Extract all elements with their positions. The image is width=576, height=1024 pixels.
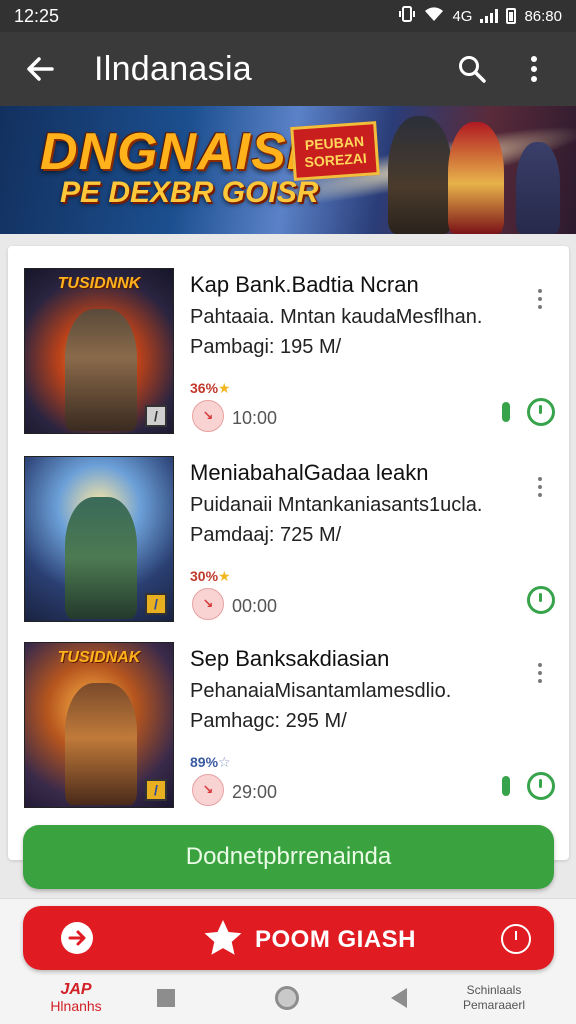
vibrate-icon [398,5,416,27]
item-rating: 89%☆ [190,754,231,771]
status-time: 12:25 [14,5,60,26]
schedule-button[interactable] [527,398,555,426]
item-size: Pambagi: 195 M/ [190,336,342,358]
item-more-button[interactable] [530,284,550,314]
nav-right-shortcut[interactable]: Schinlaals Pemaraaerl [446,972,542,1024]
thumbnail-corner-icon: / [145,405,167,427]
item-more-button[interactable] [530,658,550,688]
banner-title: DNGNAISI [40,123,303,181]
overflow-menu-button[interactable] [512,47,556,91]
status-icons: 4G 86:80 [398,5,562,27]
item-time: 29:00 [232,782,278,802]
timer-icon [501,924,531,954]
rating-value: 30% [190,568,219,584]
list-item[interactable]: / MeniabahalGadaa leakn Puidanaii Mntank… [24,456,555,626]
item-size: Pamhagc: 295 M/ [190,710,347,732]
progress-indicator [502,402,510,422]
progress-indicator [502,776,510,796]
home-button[interactable] [270,972,304,1024]
primary-action-button[interactable]: Dodnetpbrrenainda [23,825,554,889]
download-list: TUSIDNNK / Kap Bank.Badtia Ncran Pahtaai… [8,246,569,860]
search-button[interactable] [450,47,494,91]
battery-text: 86:80 [524,7,562,25]
schedule-button[interactable] [527,772,555,800]
thumbnail-corner-icon: / [145,779,167,801]
banner-hero-right [516,142,560,234]
signal-icon [480,9,499,23]
banner-badge: PEUBAN SOREZAI [290,121,380,181]
more-vert-icon [531,56,537,82]
app-bar: Ilndanasia [0,32,576,106]
back-button[interactable] [20,49,60,89]
status-bar: 12:25 4G 86:80 [0,0,576,32]
search-icon [459,56,486,83]
nav-app-caption: Hlnanhs [50,998,102,1014]
download-badge-icon: ↘ [192,588,224,620]
arrow-back-icon [27,57,54,81]
item-rating: 30%★ [190,568,231,585]
banner-subtitle: PE DEXBR GOISR [60,176,319,209]
battery-icon [506,8,517,24]
recent-apps-icon [157,989,175,1007]
nav-right-caption-1: Schinlaals [466,983,522,997]
star-icon [204,920,242,955]
home-icon [275,986,299,1010]
promo-banner[interactable]: DNGNAISI PE DEXBR GOISR PEUBAN SOREZAI [0,106,576,234]
thumbnail-hero [65,309,137,431]
download-badge-icon: ↘ [192,774,224,806]
item-thumbnail: TUSIDNAK / [24,642,174,808]
item-thumbnail: TUSIDNNK / [24,268,174,434]
star-icon: ☆ [218,754,231,770]
item-title: MeniabahalGadaa leakn [190,460,429,485]
item-time: 00:00 [232,596,278,616]
page-title: Ilndanasia [94,49,253,88]
network-type: 4G [452,7,473,25]
promo-action-button[interactable]: POOM GIASH [23,906,554,970]
banner-hero-left [388,116,452,234]
item-description: Puidanaii Mntankaniasants1ucla. [190,494,483,516]
thumbnail-corner-icon: / [145,593,167,615]
recent-apps-button[interactable] [150,972,182,1024]
item-size: Pamdaaj: 725 M/ [190,524,342,546]
thumbnail-hero [65,683,137,805]
app-logo: JAP [60,981,92,998]
item-more-button[interactable] [530,472,550,502]
wifi-icon [424,6,444,26]
back-triangle-icon [391,988,407,1008]
rating-value: 89% [190,754,219,770]
nav-app-shortcut[interactable]: JAP Hlnanhs [40,972,112,1024]
item-description: Pahtaaia. Mntan kaudaMesflhan. [190,306,483,328]
item-title: Kap Bank.Badtia Ncran [190,272,419,297]
item-rating: 36%★ [190,380,231,397]
item-thumbnail: / [24,456,174,622]
download-badge-icon: ↘ [192,400,224,432]
nav-right-caption-2: Pemaraaerl [462,998,526,1012]
system-nav-bar: JAP Hlnanhs Schinlaals Pemaraaerl [0,972,576,1024]
item-description: PehanaiaMisantamlamesdlio. [190,680,452,702]
promo-button-label: POOM GIASH [255,926,417,953]
rating-value: 36% [190,380,219,396]
schedule-button[interactable] [527,586,555,614]
star-icon: ★ [218,380,231,396]
item-title: Sep Banksakdiasian [190,646,390,671]
arrow-right-icon [61,922,93,954]
thumbnail-label: TUSIDNAK [57,649,141,666]
list-item[interactable]: TUSIDNAK / Sep Banksakdiasian PehanaiaMi… [24,642,555,812]
list-item[interactable]: TUSIDNNK / Kap Bank.Badtia Ncran Pahtaai… [24,268,555,438]
banner-hero-center [448,122,504,234]
thumbnail-label: TUSIDNNK [57,275,141,292]
item-time: 10:00 [232,408,278,428]
thumbnail-hero [65,497,137,619]
star-icon: ★ [218,568,231,584]
back-nav-button[interactable] [385,972,413,1024]
